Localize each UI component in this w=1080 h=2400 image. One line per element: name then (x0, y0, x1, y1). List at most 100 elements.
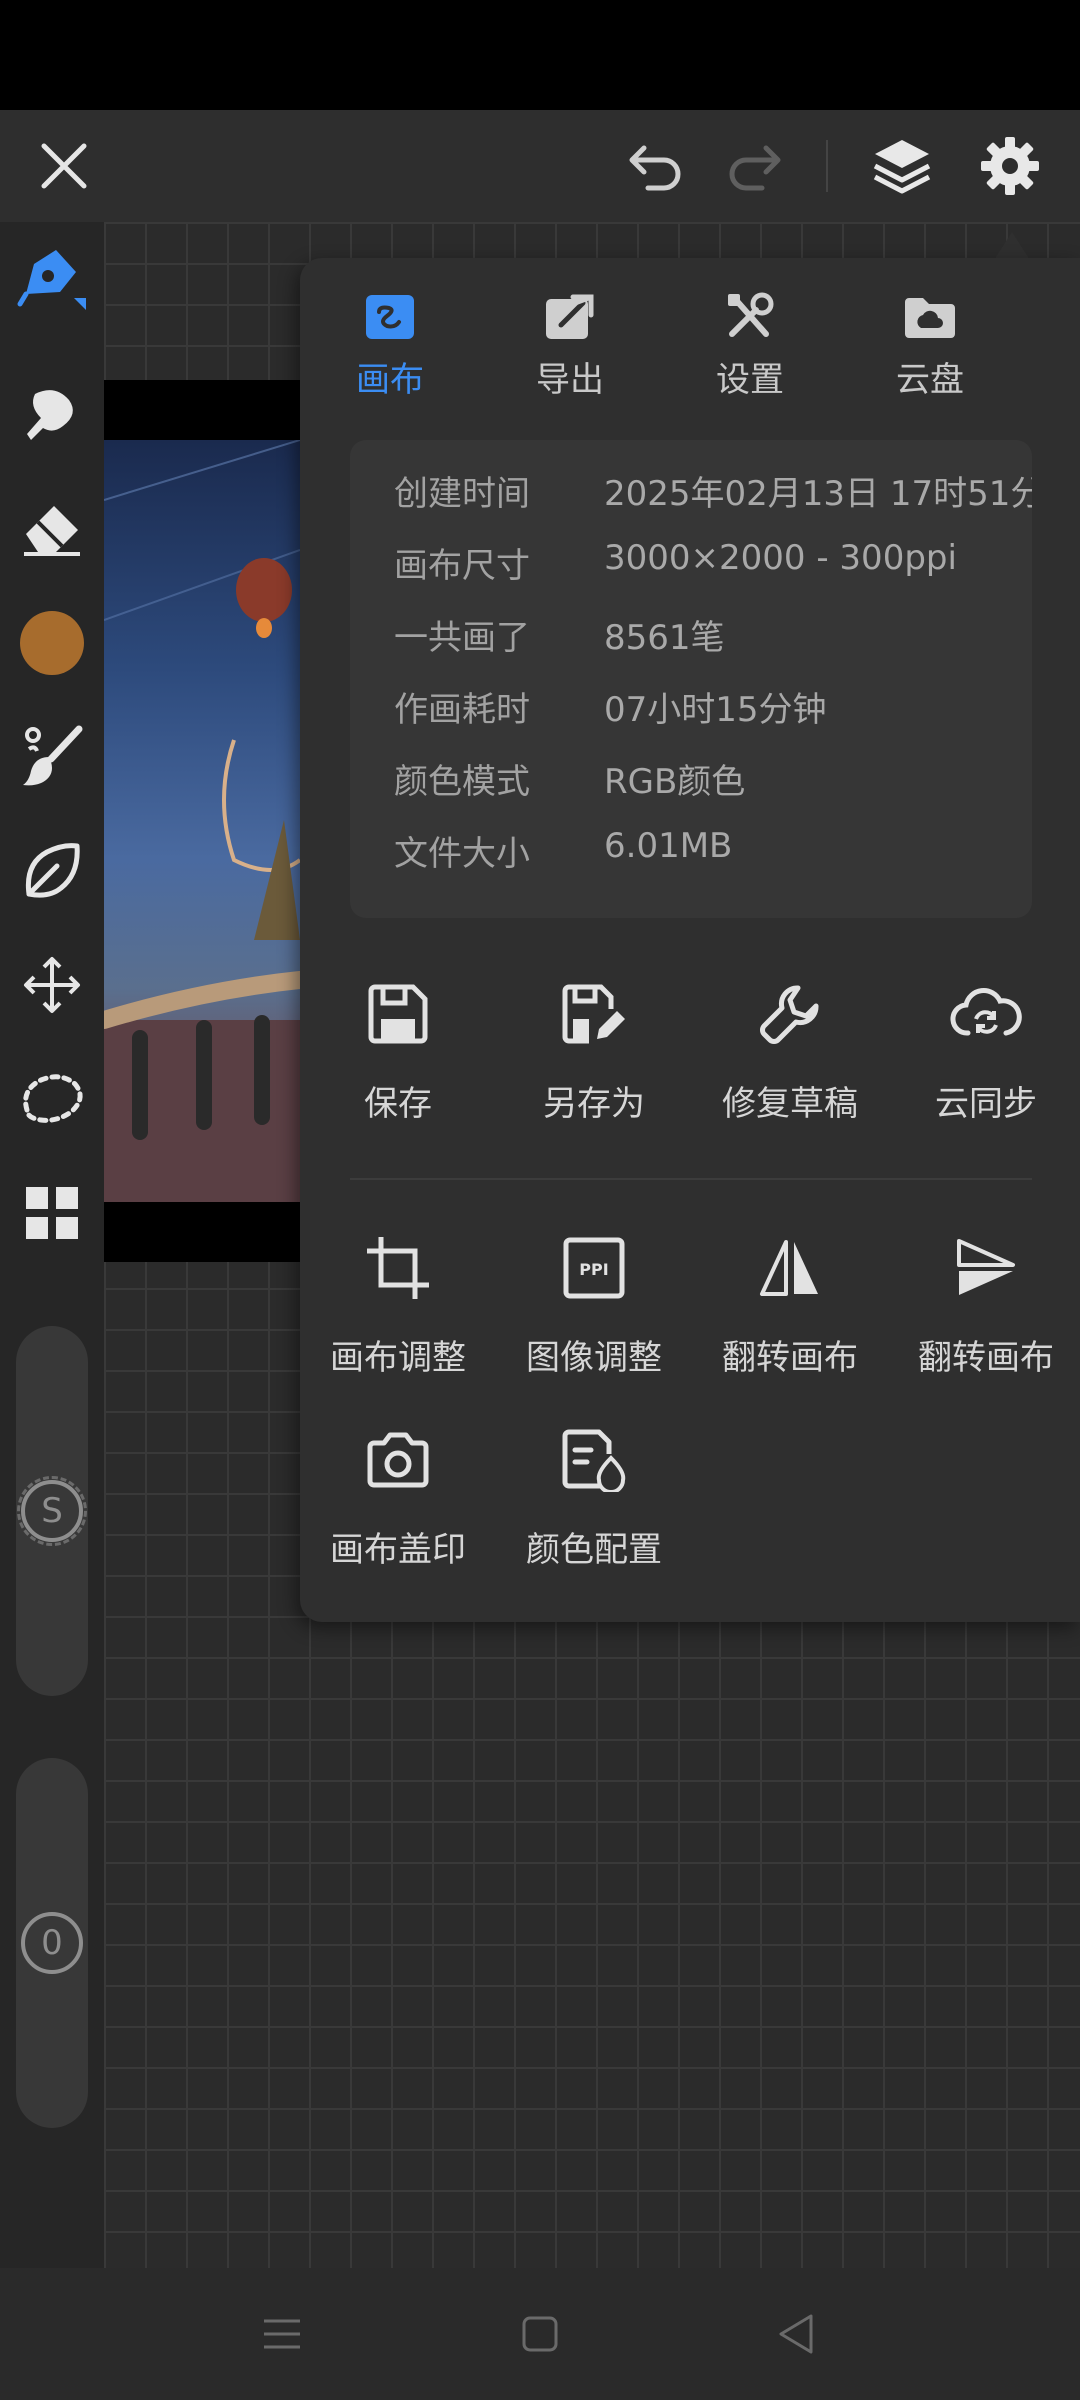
info-key: 作画耗时 (394, 690, 530, 730)
tab-canvas[interactable]: 画布 (300, 288, 480, 408)
lasso-icon (23, 1074, 83, 1123)
color-swatch[interactable] (0, 588, 104, 698)
move-icon (24, 957, 80, 1013)
flip-vertical-button[interactable]: 翻转画布 (888, 1226, 1080, 1386)
info-row-time: 作画耗时 07小时15分钟 (394, 682, 1014, 732)
grid-icon (26, 1187, 78, 1239)
color-swatch-circle (20, 611, 84, 675)
cloud-sync-button[interactable]: 云同步 (888, 972, 1080, 1132)
close-button[interactable] (14, 110, 114, 222)
tab-settings-label: 设置 (716, 360, 784, 400)
menu-icon (264, 2319, 300, 2349)
canvas-menu-panel: 画布 导出 设置 云盘 创建时间 2025年02月13日 17时51分 画布尺寸… (300, 258, 1080, 1622)
color-profile-label: 颜色配置 (526, 1530, 662, 1570)
opacity-slider-thumb[interactable]: 0 (21, 1912, 83, 1974)
leaf-tool[interactable] (0, 816, 104, 926)
image-adjust-label: 图像调整 (526, 1338, 662, 1378)
save-label: 保存 (364, 1084, 432, 1124)
save-as-button[interactable]: 另存为 (496, 972, 692, 1132)
redo-icon (729, 145, 781, 191)
color-profile-button[interactable]: 颜色配置 (496, 1418, 692, 1578)
artwork-illustration (104, 439, 300, 1202)
tool-sidebar: S 0 (0, 222, 104, 2268)
panel-arrow (994, 232, 1030, 260)
menu-button[interactable] (222, 2268, 342, 2400)
brush-size-slider[interactable]: S (16, 1326, 88, 1696)
more-tool[interactable] (0, 1158, 104, 1268)
save-as-label: 另存为 (543, 1084, 645, 1124)
repair-draft-label: 修复草稿 (722, 1084, 858, 1124)
lasso-tool[interactable] (0, 1044, 104, 1154)
back-button[interactable] (736, 2268, 856, 2400)
info-value: 2025年02月13日 17时51分 (604, 474, 1032, 510)
flip-horizontal-icon (760, 1240, 818, 1296)
size-slider-thumb[interactable]: S (21, 1480, 83, 1542)
smudge-tool[interactable] (0, 360, 104, 470)
gear-icon (981, 137, 1039, 195)
info-key: 一共画了 (394, 618, 530, 658)
canvas-adjust-button[interactable]: 画布调整 (300, 1226, 496, 1386)
tab-canvas-label: 画布 (356, 360, 424, 400)
home-icon (522, 2316, 558, 2352)
settings-button[interactable] (960, 110, 1060, 222)
flip-horizontal-button[interactable]: 翻转画布 (692, 1226, 888, 1386)
pen-icon (17, 250, 86, 310)
eraser-tool[interactable] (0, 474, 104, 584)
info-row-size: 画布尺寸 3000×2000 - 300ppi (394, 538, 1014, 588)
wrench-icon (760, 985, 819, 1044)
crop-icon (367, 1237, 429, 1299)
layers-button[interactable] (852, 110, 952, 222)
cloud-folder-icon (905, 298, 955, 338)
undo-icon (629, 145, 681, 191)
info-row-color-mode: 颜色模式 RGB颜色 (394, 754, 1014, 804)
cloud-sync-label: 云同步 (935, 1084, 1037, 1124)
redo-button[interactable] (704, 110, 804, 222)
save-icon (368, 984, 428, 1044)
info-key: 画布尺寸 (394, 546, 530, 586)
top-toolbar (0, 110, 1080, 222)
tab-export[interactable]: 导出 (480, 288, 660, 408)
canvas-stamp-button[interactable]: 画布盖印 (300, 1418, 496, 1578)
info-value: 6.01MB (604, 826, 733, 866)
info-value: 3000×2000 - 300ppi (604, 538, 957, 578)
color-profile-icon (562, 1429, 626, 1492)
move-tool[interactable] (0, 930, 104, 1040)
canvas-adjust-label: 画布调整 (330, 1338, 466, 1378)
camera-icon (367, 1432, 429, 1488)
layers-icon (873, 140, 931, 194)
tab-cloud-drive[interactable]: 云盘 (840, 288, 1020, 408)
brush-tool[interactable] (0, 702, 104, 812)
flip-vertical-label: 翻转画布 (918, 1338, 1054, 1378)
tab-export-label: 导出 (536, 360, 604, 400)
info-row-strokes: 一共画了 8561笔 (394, 610, 1014, 660)
info-row-file-size: 文件大小 6.01MB (394, 826, 1014, 876)
image-adjust-button[interactable]: PPI 图像调整 (496, 1226, 692, 1386)
tools-icon (728, 292, 774, 337)
export-icon (546, 294, 594, 339)
ppi-icon-text: PPI (579, 1260, 608, 1279)
eraser-icon (24, 506, 80, 556)
tab-settings[interactable]: 设置 (660, 288, 840, 408)
ppi-icon: PPI (563, 1237, 625, 1299)
canvas-icon (366, 295, 414, 339)
info-value: 8561笔 (604, 618, 725, 658)
pen-tool[interactable] (0, 224, 104, 334)
back-icon (779, 2314, 813, 2354)
opacity-slider-label: 0 (41, 1923, 63, 1963)
tab-cloud-drive-label: 云盘 (896, 360, 964, 400)
panel-divider (350, 1178, 1032, 1180)
info-row-created: 创建时间 2025年02月13日 17时51分 (394, 466, 1032, 516)
brush-icon (23, 725, 83, 786)
info-value: RGB颜色 (604, 762, 746, 802)
opacity-slider[interactable]: 0 (16, 1758, 88, 2128)
info-key: 创建时间 (394, 474, 530, 514)
save-button[interactable]: 保存 (300, 972, 496, 1132)
info-key: 文件大小 (394, 834, 530, 874)
home-button[interactable] (480, 2268, 600, 2400)
size-slider-label: S (41, 1491, 63, 1531)
artwork-preview (104, 380, 300, 1262)
canvas-info-card: 创建时间 2025年02月13日 17时51分 画布尺寸 3000×2000 -… (350, 440, 1032, 918)
undo-button[interactable] (606, 110, 706, 222)
repair-draft-button[interactable]: 修复草稿 (692, 972, 888, 1132)
info-key: 颜色模式 (394, 762, 530, 802)
